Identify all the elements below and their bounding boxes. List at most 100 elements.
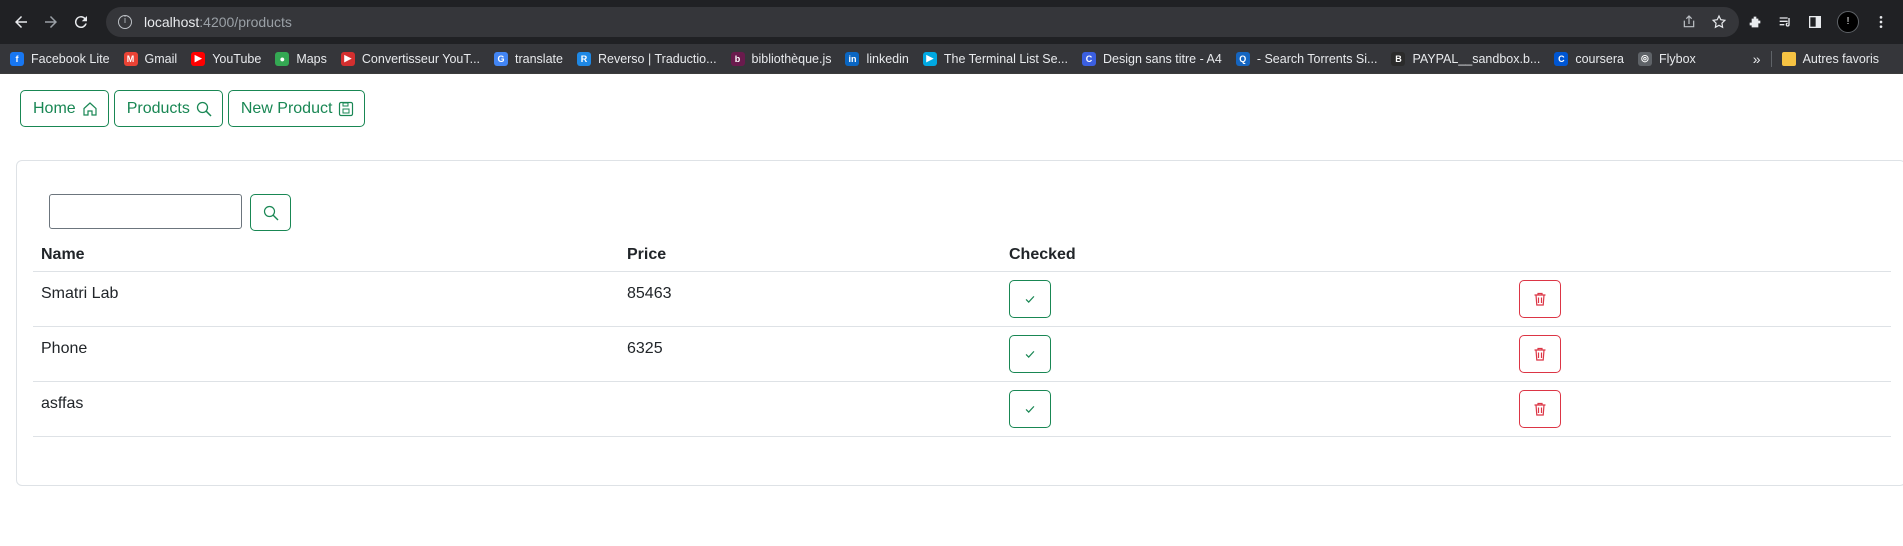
globe-icon: ◎: [1637, 51, 1652, 66]
bookmark-label: Convertisseur YouT...: [361, 51, 481, 66]
product-name: Smatri Lab: [33, 270, 619, 326]
save-icon: [339, 101, 354, 116]
bookmark-item[interactable]: f Facebook Lite: [10, 51, 110, 66]
bookmark-item[interactable]: Gtranslate: [494, 51, 563, 66]
url-path: :4200/products: [199, 14, 292, 30]
delete-button[interactable]: [1519, 279, 1561, 318]
star-icon[interactable]: [1711, 14, 1727, 30]
bookmark-item[interactable]: in linkedin: [845, 51, 909, 66]
youtube-icon: ▶: [191, 51, 206, 66]
search-icon: [196, 101, 212, 117]
table-row: asffas: [33, 380, 1891, 437]
product-price: 6325: [619, 325, 1001, 381]
arrow-right-icon: [45, 16, 57, 28]
new-product-label: New Product: [240, 99, 333, 117]
share-icon[interactable]: [1681, 14, 1697, 30]
bookmark-label: Reverso | Traductio...: [597, 51, 717, 66]
actions-cell: [1511, 270, 1891, 326]
converter-icon: ▶: [340, 51, 355, 66]
bookmark-label: translate: [515, 51, 563, 66]
bookmarks-bar: f Facebook Lite M Gmail ▶ YouTube ● Maps ▶ Conver…: [0, 44, 1903, 74]
bookmark-item[interactable]: B PAYPAL__sandbox.b...: [1391, 51, 1540, 66]
bookmark-item[interactable]: b bibliothèque.js: [730, 51, 831, 66]
actions-cell: [1511, 325, 1891, 381]
checked-cell: [1001, 380, 1511, 437]
check-icon: [1025, 350, 1035, 358]
reverso-icon: R: [576, 51, 591, 66]
product-price: [619, 380, 1001, 437]
reload-button[interactable]: [68, 9, 94, 35]
check-button[interactable]: [1009, 279, 1051, 318]
products-button[interactable]: Products: [113, 90, 223, 127]
check-icon: [1025, 295, 1035, 303]
bookmark-label: The Terminal List Se...: [943, 51, 1068, 66]
delete-button[interactable]: [1519, 389, 1561, 428]
delete-button[interactable]: [1519, 334, 1561, 373]
bookmark-folder-label: Autres favoris: [1802, 51, 1879, 66]
facebook-icon: f: [10, 51, 24, 66]
product-name: asffas: [33, 380, 619, 437]
url-host: localhost: [144, 14, 200, 30]
home-button[interactable]: Home: [20, 90, 109, 127]
media-queue-icon[interactable]: [1777, 14, 1793, 30]
torrents-icon: Q: [1235, 51, 1250, 66]
extensions-icon[interactable]: [1747, 14, 1763, 30]
bookmarks-overflow-button[interactable]: »: [1753, 51, 1761, 67]
bookmark-label: coursera: [1575, 51, 1624, 66]
search-input[interactable]: [49, 194, 242, 229]
forward-button[interactable]: [38, 9, 64, 35]
bookmark-label: Facebook Lite: [31, 51, 110, 66]
search-button[interactable]: [250, 194, 291, 231]
table-row: Phone 6325: [33, 325, 1891, 381]
table-row: Smatri Lab 85463: [33, 270, 1891, 326]
actions-cell: [1511, 380, 1891, 437]
paypal-icon: B: [1391, 51, 1406, 66]
linkedin-icon: in: [845, 51, 860, 66]
check-button[interactable]: [1009, 389, 1051, 428]
products-label: Products: [126, 99, 190, 117]
column-header-actions: [1511, 239, 1891, 271]
column-header-checked: Checked: [1009, 245, 1076, 263]
bookmark-item[interactable]: C Design sans titre - A4: [1082, 51, 1222, 66]
bookmark-label: Maps: [296, 51, 327, 66]
check-icon: [1025, 405, 1035, 413]
bookmark-folder-other[interactable]: Autres favoris: [1781, 51, 1879, 66]
bookmark-label: Gmail: [144, 51, 178, 66]
bookmark-item[interactable]: ● Maps: [275, 51, 327, 66]
canva-icon: C: [1082, 51, 1096, 66]
products-table: Name Price Checked Smatri Lab 85463 Phon…: [33, 239, 1891, 437]
bookmark-label: - Search Torrents Si...: [1256, 51, 1378, 66]
back-button[interactable]: [8, 9, 34, 35]
house-icon: [83, 101, 97, 116]
product-name: Phone: [33, 325, 619, 381]
search-icon: [263, 205, 278, 220]
home-label: Home: [33, 99, 76, 117]
bookmark-item[interactable]: Ccoursera: [1554, 51, 1624, 66]
bookmark-item[interactable]: ▶ YouTube: [191, 51, 261, 66]
bookmark-item[interactable]: ▶ Convertisseur YouT...: [340, 51, 481, 66]
browser-toolbar: i localhost:4200/products !: [0, 0, 1903, 44]
bookmark-item[interactable]: ▶ The Terminal List Se...: [922, 51, 1068, 66]
bookmark-item[interactable]: M Gmail: [123, 51, 178, 66]
address-bar[interactable]: i localhost:4200/products: [106, 7, 1739, 37]
bookmark-item[interactable]: R Reverso | Traductio...: [576, 51, 717, 66]
bookmark-item[interactable]: Q - Search Torrents Si...: [1235, 51, 1378, 66]
check-button[interactable]: [1009, 334, 1051, 373]
side-panel-icon[interactable]: [1807, 14, 1823, 30]
more-vertical-icon[interactable]: [1873, 14, 1889, 30]
checked-cell: [1001, 270, 1511, 326]
bookmark-label: Design sans titre - A4: [1103, 51, 1222, 66]
library-icon: b: [730, 51, 745, 66]
bookmark-item[interactable]: ◎ Flybox: [1637, 51, 1696, 66]
profile-avatar[interactable]: !: [1837, 11, 1859, 33]
column-header-price: Price: [627, 245, 667, 263]
maps-icon: ●: [275, 51, 290, 66]
folder-icon: [1781, 51, 1796, 66]
bookmark-label: linkedin: [866, 51, 909, 66]
trash-icon: [1534, 292, 1546, 306]
gmail-icon: M: [123, 51, 138, 66]
search-form: [49, 194, 291, 231]
checked-cell: [1001, 325, 1511, 381]
site-info-icon[interactable]: i: [118, 15, 132, 29]
new-product-button[interactable]: New Product: [227, 90, 366, 127]
